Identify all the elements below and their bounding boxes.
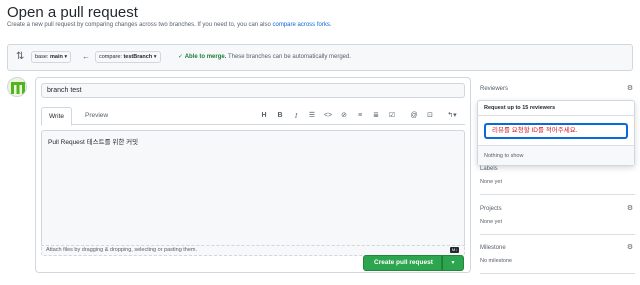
caret-down-icon: ▾: [64, 54, 68, 60]
divider: [480, 273, 635, 274]
check-icon: ✓: [178, 54, 184, 60]
pr-body-text: Pull Request 테스트를 위한 커밋: [48, 139, 139, 146]
subtitle-text: Create a new pull request by comparing c…: [7, 22, 273, 28]
page-subtitle: Create a new pull request by comparing c…: [7, 22, 332, 28]
unordered-list-icon[interactable]: ≡: [355, 110, 365, 122]
create-pull-request-button[interactable]: Create pull request: [363, 255, 442, 271]
base-label: base:: [35, 54, 49, 60]
labels-value: None yet: [480, 179, 503, 185]
popover-empty-state: Nothing to show: [478, 145, 634, 165]
milestone-value: No milestone: [480, 258, 513, 264]
task-list-icon[interactable]: ☑: [387, 110, 397, 122]
caret-down-icon: ▾: [153, 54, 157, 60]
avatar[interactable]: [7, 77, 27, 97]
heading-icon[interactable]: H: [259, 110, 269, 122]
page-title: Open a pull request: [7, 4, 138, 21]
link-icon[interactable]: ⊘: [339, 110, 349, 122]
italic-icon[interactable]: I: [291, 110, 301, 122]
projects-heading[interactable]: Projects: [480, 206, 635, 212]
pull-request-form: branch test Write Preview H B I ☰ <> ⊘ ≡…: [35, 77, 471, 273]
reference-icon[interactable]: ⊡: [425, 110, 435, 122]
gear-icon[interactable]: ⚙: [626, 205, 634, 213]
create-options-dropdown[interactable]: ▾: [442, 255, 464, 271]
popover-title: Request up to 15 reviewers: [478, 101, 634, 116]
base-branch-select[interactable]: base: main ▾: [31, 51, 72, 63]
mention-icon[interactable]: @: [409, 110, 419, 122]
attach-hint: Attach files by dragging & dropping, sel…: [46, 247, 198, 253]
reviewers-popover: Request up to 15 reviewers 리뷰를 요청할 ID를 적…: [477, 100, 635, 166]
merge-detail-text: These branches can be automatically merg…: [227, 54, 352, 60]
range-editor: ⇅ base: main ▾ ← compare: testBranch ▾ ✓…: [7, 44, 633, 71]
git-compare-icon: ⇅: [16, 51, 25, 62]
milestone-heading[interactable]: Milestone: [480, 245, 635, 251]
pr-title-input[interactable]: branch test: [41, 83, 465, 98]
quote-icon[interactable]: ☰: [307, 110, 317, 122]
pr-body-textarea[interactable]: Pull Request 테스트를 위한 커밋: [41, 130, 465, 245]
divider: [480, 234, 635, 235]
bold-icon[interactable]: B: [275, 110, 285, 122]
gear-icon[interactable]: ⚙: [626, 244, 634, 252]
markdown-icon[interactable]: M↓: [450, 247, 459, 253]
ordered-list-icon[interactable]: ≣: [371, 110, 381, 122]
gear-icon[interactable]: ⚙: [626, 85, 634, 93]
editor-tabs: Write Preview H B I ☰ <> ⊘ ≡ ≣ ☑ @ ⊡ ↰▾: [41, 107, 465, 126]
arrow-left-icon: ←: [82, 52, 90, 61]
projects-value: None yet: [480, 219, 503, 225]
compare-value: testBranch: [123, 54, 153, 60]
tab-preview[interactable]: Preview: [78, 107, 115, 125]
avatar-identicon-icon: [11, 82, 25, 94]
compare-across-forks-link[interactable]: compare across forks: [273, 22, 330, 28]
divider: [480, 194, 635, 195]
base-value: main: [50, 54, 63, 60]
tab-write[interactable]: Write: [41, 107, 73, 126]
reviewer-search-input[interactable]: 리뷰를 요청할 ID를 적어주세요.: [484, 123, 628, 139]
merge-ok-text: Able to merge.: [184, 54, 227, 60]
reviewers-heading[interactable]: Reviewers: [480, 86, 635, 92]
labels-heading[interactable]: Labels: [480, 166, 635, 172]
compare-branch-select[interactable]: compare: testBranch ▾: [95, 51, 161, 63]
code-icon[interactable]: <>: [323, 110, 333, 122]
merge-status: ✓ Able to merge. These branches can be a…: [178, 51, 351, 63]
caret-down-icon: ▾: [451, 260, 455, 266]
subtitle-period: .: [329, 22, 332, 28]
compare-label: compare:: [99, 54, 122, 60]
reply-icon[interactable]: ↰▾: [443, 110, 461, 122]
